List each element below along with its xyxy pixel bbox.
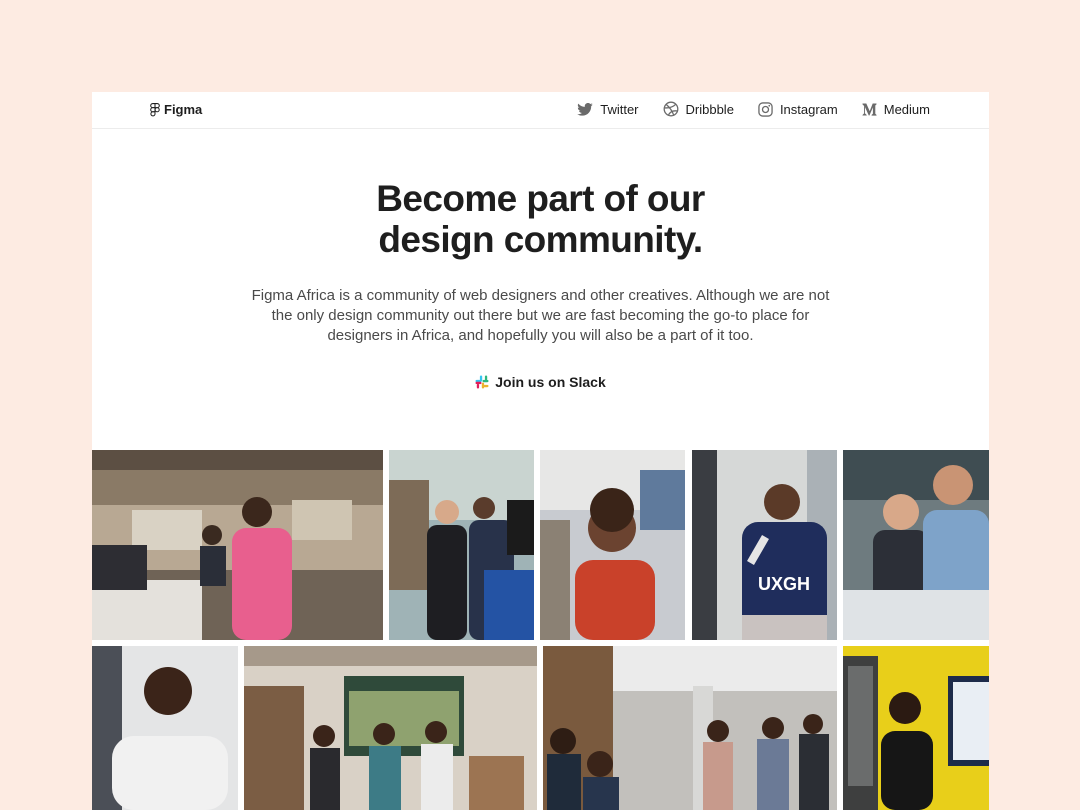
dribbble-icon [663, 101, 678, 117]
photo-woman-yellow-wall [843, 646, 989, 810]
nav-link-twitter[interactable]: Twitter [577, 101, 639, 117]
shirt-label: UXGH [758, 574, 810, 594]
photo-group-hands-raised [389, 450, 534, 640]
headline-line-1: Become part of our [376, 178, 705, 219]
slack-icon [475, 375, 489, 389]
hero-headline: Become part of our design community. [92, 178, 989, 260]
brand-name: Figma [164, 102, 203, 117]
photo-seated-audience [543, 646, 837, 810]
top-navbar: Figma Twitter Dribbble Instagram Medium [92, 92, 989, 129]
hero-description: Figma Africa is a community of web desig… [251, 287, 830, 344]
photo-group-presentation [244, 646, 537, 810]
photo-workshop-room [92, 450, 383, 640]
social-nav: Twitter Dribbble Instagram Medium [577, 101, 930, 117]
join-slack-button[interactable]: Join us on Slack [475, 374, 606, 390]
photo-man-with-microphone: UXGH [692, 450, 837, 640]
nav-link-label: Twitter [600, 101, 639, 117]
twitter-icon [577, 102, 594, 116]
figma-icon [150, 102, 160, 116]
brand-logo[interactable]: Figma [150, 102, 202, 117]
headline-line-2: design community. [378, 219, 703, 260]
photo-woman-smiling [540, 450, 685, 640]
nav-link-label: Dribbble [685, 101, 734, 117]
instagram-icon [758, 101, 773, 117]
nav-link-instagram[interactable]: Instagram [758, 102, 838, 117]
page-card: Figma Twitter Dribbble Instagram Medium … [92, 92, 989, 810]
photo-man-portrait [92, 646, 238, 810]
nav-link-medium[interactable]: Medium [862, 102, 930, 117]
photo-two-women-at-table [843, 450, 989, 640]
hero-section: Become part of our design community. Fig… [92, 129, 989, 394]
medium-icon [862, 103, 877, 116]
nav-link-dribbble[interactable]: Dribbble [663, 101, 734, 117]
nav-link-label: Instagram [779, 101, 838, 117]
cta-label: Join us on Slack [495, 374, 606, 390]
nav-link-label: Medium [883, 101, 930, 117]
